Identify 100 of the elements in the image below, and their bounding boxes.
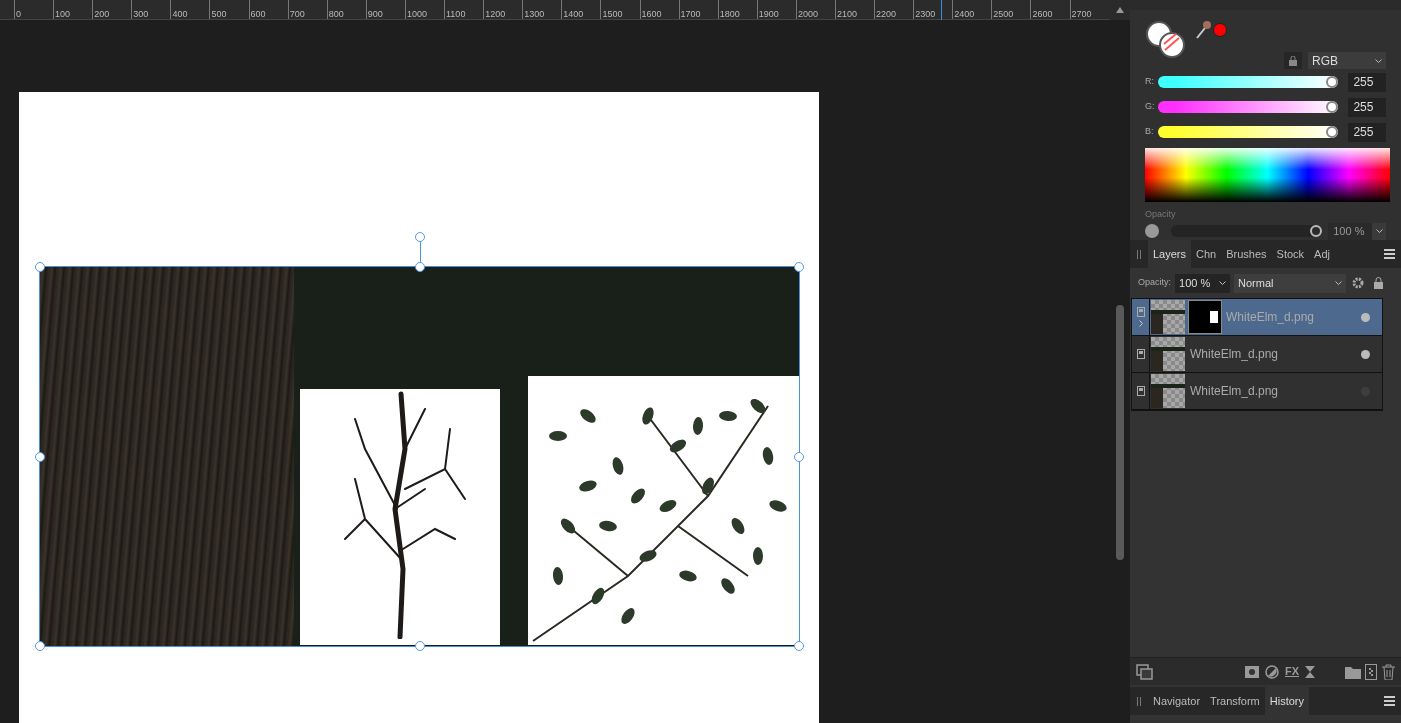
ruler-position-marker — [941, 0, 942, 20]
layer-row[interactable]: WhiteElm_d.png — [1132, 373, 1382, 410]
selection-handle[interactable] — [35, 262, 45, 272]
ruler-label: 900 — [367, 9, 383, 19]
ruler-label: 2600 — [1032, 9, 1053, 19]
blend-mode-dropdown[interactable]: Normal — [1234, 273, 1346, 293]
panel-tab[interactable]: History — [1264, 687, 1310, 715]
lock-icon[interactable] — [1289, 55, 1297, 66]
opacity-dropdown-button[interactable] — [1372, 222, 1386, 240]
panel-grip-icon[interactable] — [1137, 696, 1141, 706]
ruler-label: 1500 — [602, 9, 623, 19]
ruler-label: 2200 — [876, 9, 897, 19]
layer-type-icon — [1136, 349, 1145, 359]
ruler-label: 1400 — [563, 9, 584, 19]
panel-tab[interactable]: Navigator — [1148, 687, 1206, 715]
ruler-label: 600 — [250, 9, 266, 19]
channel-label: R: — [1145, 75, 1155, 89]
selection-handle[interactable] — [794, 641, 804, 651]
ruler-label: 800 — [328, 9, 344, 19]
mask-thumbnail[interactable] — [1188, 300, 1222, 334]
opacity-slider-track[interactable] — [1170, 225, 1323, 237]
layer-type-icon — [1136, 386, 1145, 396]
layer-name: WhiteElm_d.png — [1226, 309, 1316, 326]
layers-stack-icon[interactable] — [1136, 663, 1154, 680]
expand-chevron-icon[interactable] — [1138, 320, 1143, 327]
ruler-label: 0 — [16, 9, 21, 19]
panel-tab[interactable]: Stock — [1271, 240, 1310, 268]
selection-handle[interactable] — [794, 451, 804, 462]
ruler-label: 400 — [172, 9, 188, 19]
current-color-swatch[interactable] — [1213, 23, 1227, 37]
color-mode-dropdown[interactable]: RGB — [1308, 52, 1386, 69]
ruler-label: 2300 — [915, 9, 936, 19]
hourglass-icon[interactable] — [1305, 665, 1315, 678]
opacity-value-field[interactable]: 100 % — [1328, 222, 1373, 240]
channel-label: B: — [1145, 125, 1155, 139]
caret-icon — [1375, 229, 1383, 233]
selection-handle[interactable] — [415, 232, 425, 242]
layer-name: WhiteElm_d.png — [1190, 346, 1280, 363]
new-layer-icon[interactable] — [1365, 663, 1377, 680]
caret-icon — [1219, 281, 1226, 285]
ruler-label: 1900 — [758, 9, 779, 19]
ruler-label: 2000 — [797, 9, 818, 19]
channel-slider-track[interactable] — [1158, 126, 1339, 138]
selection-handle[interactable] — [35, 451, 45, 462]
channel-value-field[interactable]: 255 — [1348, 122, 1386, 142]
ruler-label: 1600 — [641, 9, 662, 19]
panel-tab[interactable]: Brushes — [1221, 240, 1272, 268]
channel-value-field[interactable]: 255 — [1348, 97, 1386, 117]
caret-icon — [1335, 281, 1342, 285]
layer-type-icon — [1136, 307, 1145, 317]
trash-icon[interactable] — [1382, 663, 1395, 680]
layer-row[interactable]: WhiteElm_d.png — [1132, 336, 1382, 373]
selection-handle[interactable] — [35, 641, 45, 651]
ruler-label: 2500 — [993, 9, 1014, 19]
panel-tab[interactable]: Transform — [1205, 687, 1265, 715]
ruler-label: 1800 — [719, 9, 740, 19]
panel-tab[interactable]: Adj — [1309, 240, 1335, 268]
ruler-label: 300 — [133, 9, 149, 19]
mask-icon[interactable] — [1244, 665, 1259, 678]
ruler-label: 1000 — [406, 9, 427, 19]
menu-icon[interactable] — [1384, 249, 1395, 259]
adjustment-icon[interactable] — [1264, 664, 1279, 679]
ruler-label: 1100 — [446, 9, 466, 19]
channel-slider-track[interactable] — [1158, 101, 1339, 113]
panel-grip-icon[interactable] — [1137, 249, 1141, 259]
menu-icon[interactable] — [1384, 696, 1395, 706]
layer-opacity-label: Opacity: — [1138, 276, 1171, 290]
ruler-label: 1700 — [680, 9, 701, 19]
selection-handle[interactable] — [414, 641, 425, 651]
folder-icon[interactable] — [1345, 664, 1361, 679]
ruler-label: 2100 — [836, 9, 857, 19]
layer-name: WhiteElm_d.png — [1190, 383, 1280, 400]
ruler-label: 500 — [211, 9, 227, 19]
ruler-label: 100 — [55, 9, 71, 19]
channel-label: G: — [1145, 100, 1156, 114]
selection-handle[interactable] — [414, 262, 425, 272]
opacity-label: Opacity — [1145, 208, 1177, 221]
panel-tab[interactable]: Layers — [1148, 240, 1192, 268]
layer-thumbnail — [1151, 337, 1185, 371]
channel-value-field[interactable]: 255 — [1348, 72, 1386, 92]
selection-handle[interactable] — [794, 262, 804, 272]
layer-thumbnail — [1151, 300, 1185, 334]
ruler-label: 1300 — [524, 9, 545, 19]
ruler-label: 2400 — [954, 9, 975, 19]
ruler-label: 2700 — [1071, 9, 1092, 19]
settings-icon[interactable] — [1352, 277, 1364, 289]
ruler-label: 1200 — [485, 9, 506, 19]
color-spectrum[interactable] — [1145, 148, 1390, 202]
channel-slider-track[interactable] — [1158, 76, 1339, 88]
scrollbar-thumb[interactable] — [1116, 305, 1124, 560]
layer-thumbnail — [1151, 374, 1185, 408]
lock-icon[interactable] — [1374, 277, 1383, 289]
ruler-label: 200 — [94, 9, 110, 19]
layer-opacity-dropdown[interactable]: 100 % — [1175, 273, 1230, 293]
opacity-slider-thumb[interactable] — [1310, 225, 1323, 237]
fx-icon[interactable]: FX — [1284, 663, 1299, 680]
panel-tab[interactable]: Chn — [1191, 240, 1222, 268]
caret-icon — [1375, 58, 1382, 63]
color-picker-icon[interactable] — [1195, 20, 1211, 40]
scroll-up-icon[interactable] — [1116, 7, 1124, 13]
